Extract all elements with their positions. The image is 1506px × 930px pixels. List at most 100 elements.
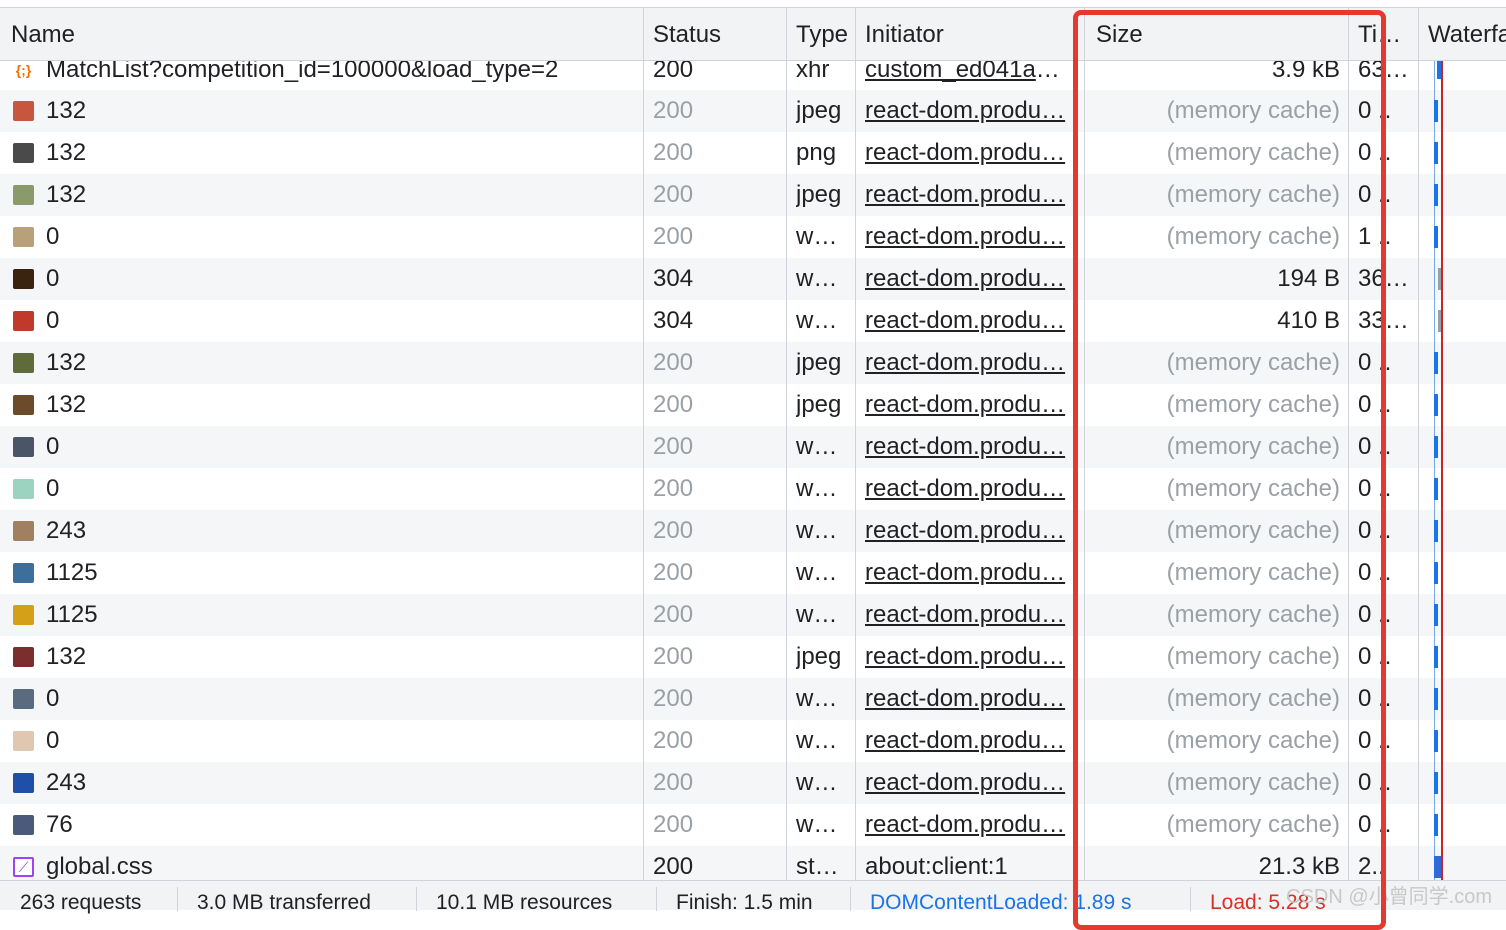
- request-name[interactable]: 132: [46, 90, 636, 132]
- request-initiator[interactable]: react-dom.produ…: [865, 216, 1071, 258]
- column-header-status[interactable]: Status: [653, 8, 778, 60]
- request-type: w…: [796, 265, 838, 292]
- request-initiator[interactable]: custom_ed041a2…: [865, 61, 1071, 90]
- request-row[interactable]: 132 200 jpeg react-dom.produ… (memory cache)…: [0, 384, 1506, 426]
- request-time: 0 ..: [1358, 643, 1392, 670]
- request-initiator[interactable]: react-dom.produ…: [865, 636, 1071, 678]
- request-row[interactable]: 132 200 jpeg react-dom.produ… (memory cache)…: [0, 636, 1506, 678]
- request-name[interactable]: 0: [46, 468, 636, 510]
- request-size: (memory cache): [1166, 601, 1340, 628]
- request-initiator[interactable]: react-dom.produ…: [865, 762, 1071, 804]
- request-initiator[interactable]: react-dom.produ…: [865, 426, 1071, 468]
- request-initiator[interactable]: react-dom.produ…: [865, 132, 1071, 174]
- request-row[interactable]: 1125 200 w… react-dom.produ… (memory cache) 0…: [0, 552, 1506, 594]
- column-divider[interactable]: [1418, 7, 1419, 880]
- request-row[interactable]: 132 200 jpeg react-dom.produ… (memory cache)…: [0, 174, 1506, 216]
- summary-divider: [656, 887, 657, 911]
- request-row[interactable]: {;} MatchList?competition_id=100000&load_…: [0, 61, 1506, 90]
- network-panel: Name Status Type Initiator Size Ti… Wate…: [0, 0, 1506, 930]
- request-row[interactable]: 132 200 png react-dom.produ… (memory cache) 0…: [0, 132, 1506, 174]
- request-row[interactable]: 243 200 w… react-dom.produ… (memory cache) 0 …: [0, 762, 1506, 804]
- column-header-size[interactable]: Size: [1096, 8, 1336, 60]
- image-thumbnail-icon: [13, 227, 34, 247]
- column-header-name[interactable]: Name: [11, 8, 631, 60]
- request-initiator[interactable]: react-dom.produ…: [865, 174, 1071, 216]
- request-row[interactable]: 1125 200 w… react-dom.produ… (memory cache) 0…: [0, 594, 1506, 636]
- request-name[interactable]: 132: [46, 174, 636, 216]
- request-row[interactable]: 132 200 jpeg react-dom.produ… (memory cache)…: [0, 342, 1506, 384]
- request-initiator[interactable]: react-dom.produ…: [865, 720, 1071, 762]
- column-divider[interactable]: [1084, 7, 1085, 880]
- request-size: (memory cache): [1166, 685, 1340, 712]
- column-header-time[interactable]: Ti…: [1358, 8, 1413, 60]
- column-header-type[interactable]: Type: [796, 8, 851, 60]
- csdn-watermark: CSDN @小曾同学.com: [1286, 886, 1492, 908]
- column-header-initiator[interactable]: Initiator: [865, 8, 1070, 60]
- request-initiator[interactable]: react-dom.produ…: [865, 300, 1071, 342]
- image-thumbnail-icon: [13, 101, 34, 121]
- request-name[interactable]: 1125: [46, 594, 636, 636]
- image-thumbnail-icon: [13, 479, 34, 499]
- request-initiator[interactable]: react-dom.produ…: [865, 90, 1071, 132]
- request-initiator[interactable]: react-dom.produ…: [865, 510, 1071, 552]
- request-name[interactable]: 243: [46, 762, 636, 804]
- column-divider[interactable]: [643, 7, 644, 880]
- request-initiator[interactable]: react-dom.produ…: [865, 468, 1071, 510]
- request-row[interactable]: 76 200 w… react-dom.produ… (memory cache) 0 .…: [0, 804, 1506, 846]
- column-divider[interactable]: [786, 7, 787, 880]
- request-row[interactable]: 0 200 w… react-dom.produ… (memory cache) 1 ..: [0, 216, 1506, 258]
- request-name[interactable]: 0: [46, 720, 636, 762]
- request-status: 200: [653, 181, 694, 208]
- request-status: 304: [653, 265, 694, 292]
- request-row[interactable]: 132 200 jpeg react-dom.produ… (memory cache)…: [0, 90, 1506, 132]
- column-header-waterfall[interactable]: Waterfa: [1428, 8, 1506, 60]
- request-initiator[interactable]: react-dom.produ…: [865, 804, 1071, 846]
- request-status: 200: [653, 139, 694, 166]
- request-initiator[interactable]: react-dom.produ…: [865, 258, 1071, 300]
- request-initiator[interactable]: react-dom.produ…: [865, 384, 1071, 426]
- request-name[interactable]: 0: [46, 300, 636, 342]
- summary-domcontentloaded: DOMContentLoaded: 1.89 s: [870, 891, 1132, 914]
- request-row[interactable]: ⟋ global.css 200 st… about:client:1 21.3 kB 2.…: [0, 846, 1506, 880]
- request-name[interactable]: 132: [46, 342, 636, 384]
- request-type: w…: [796, 727, 838, 754]
- request-row[interactable]: 0 200 w… react-dom.produ… (memory cache) 0 ..: [0, 720, 1506, 762]
- image-thumbnail-icon: [13, 563, 34, 583]
- stylesheet-icon: ⟋: [13, 857, 34, 877]
- request-initiator[interactable]: react-dom.produ…: [865, 678, 1071, 720]
- image-thumbnail-icon: [13, 185, 34, 205]
- request-name[interactable]: 1125: [46, 552, 636, 594]
- request-name[interactable]: MatchList?competition_id=100000&load_typ…: [46, 61, 636, 90]
- request-name[interactable]: 132: [46, 636, 636, 678]
- request-type: w…: [796, 307, 838, 334]
- request-time: 36…: [1358, 265, 1409, 292]
- request-name[interactable]: 76: [46, 804, 636, 846]
- request-size: (memory cache): [1166, 391, 1340, 418]
- request-row[interactable]: 0 200 w… react-dom.produ… (memory cache) 0 ..: [0, 426, 1506, 468]
- request-initiator[interactable]: react-dom.produ…: [865, 552, 1071, 594]
- request-size: (memory cache): [1166, 223, 1340, 250]
- request-initiator[interactable]: react-dom.produ…: [865, 594, 1071, 636]
- image-thumbnail-icon: [13, 395, 34, 415]
- summary-requests: 263 requests: [20, 891, 142, 914]
- column-divider[interactable]: [855, 7, 856, 880]
- request-name[interactable]: 0: [46, 216, 636, 258]
- request-initiator[interactable]: react-dom.produ…: [865, 342, 1071, 384]
- summary-divider: [1190, 887, 1191, 911]
- request-type: jpeg: [796, 181, 842, 208]
- request-name[interactable]: 0: [46, 258, 636, 300]
- request-name[interactable]: 0: [46, 426, 636, 468]
- image-thumbnail-icon: [13, 269, 34, 289]
- request-row[interactable]: 243 200 w… react-dom.produ… (memory cache) 0 …: [0, 510, 1506, 552]
- request-row[interactable]: 0 200 w… react-dom.produ… (memory cache) 0 ..: [0, 678, 1506, 720]
- request-row[interactable]: 0 304 w… react-dom.produ… 410 B 33…: [0, 300, 1506, 342]
- request-name[interactable]: 0: [46, 678, 636, 720]
- request-name[interactable]: 132: [46, 132, 636, 174]
- column-divider[interactable]: [1348, 7, 1349, 880]
- request-row[interactable]: 0 304 w… react-dom.produ… 194 B 36…: [0, 258, 1506, 300]
- request-type: xhr: [796, 61, 830, 83]
- request-name[interactable]: 243: [46, 510, 636, 552]
- request-row[interactable]: 0 200 w… react-dom.produ… (memory cache) 0 ..: [0, 468, 1506, 510]
- request-name[interactable]: 132: [46, 384, 636, 426]
- json-icon: {;}: [15, 62, 32, 78]
